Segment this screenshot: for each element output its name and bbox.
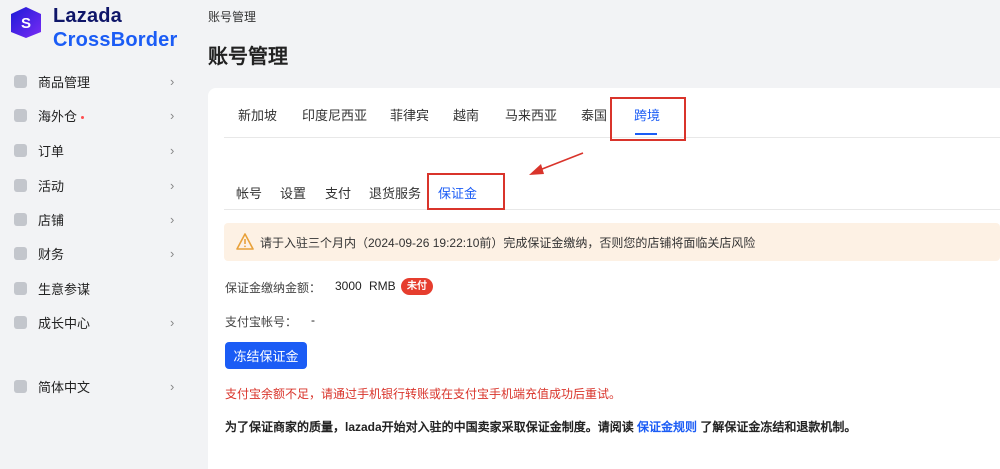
brand-line-2: CrossBorder [53,29,178,51]
brand-line-1: Lazada [53,5,123,27]
notice-text-end: 了解保证金冻结和退款机制。 [700,420,857,434]
freeze-deposit-button[interactable]: 冻结保证金 [225,342,307,369]
sidebar-item-products[interactable]: 商品管理 › [0,64,192,98]
sidebar-item-label: 简体中文 [38,379,91,395]
status-badge: 未付 [401,278,433,295]
warning-banner: 请于入驻三个月内（2024-09-26 19:22:10前）完成保证金缴纳，否则… [224,223,1000,261]
sidebar-item-store[interactable]: 店铺 › [0,202,192,236]
chevron-right-icon: › [170,142,175,158]
deposit-currency: RMB [369,279,396,293]
language-icon [14,379,27,393]
main-card [208,88,1000,469]
subtab-divider [224,209,1000,210]
chevron-right-icon: › [170,314,175,330]
chevron-right-icon: › [170,245,175,261]
sidebar-item-label: 商品管理 [38,74,91,90]
chevron-right-icon: › [170,107,175,123]
store-icon [14,212,27,226]
deposit-rules-link[interactable]: 保证金规则 [637,420,697,434]
warning-text: 请于入驻三个月内（2024-09-26 19:22:10前）完成保证金缴纳，否则… [260,236,756,250]
deposit-amount-label: 保证金缴纳金额： [225,281,322,295]
annotation-arrow-icon [529,152,584,175]
growth-icon [14,315,27,329]
tab-settings[interactable]: 设置 [280,180,306,208]
tab-indonesia[interactable]: 印度尼西亚 [302,100,367,136]
activity-icon [14,178,27,192]
error-message: 支付宝余额不足，请通过手机银行转账或在支付宝手机端充值成功后重试。 [225,387,622,401]
sidebar-item-label: 财务 [38,246,65,262]
annotation-highlight-deposit [427,173,505,210]
deposit-amount-value: 3000 [335,279,362,293]
new-dot-indicator [81,115,85,119]
sidebar-item-label: 成长中心 [38,315,91,331]
order-icon [14,143,27,157]
warehouse-icon [14,108,27,122]
tab-account[interactable]: 帐号 [236,180,262,208]
chevron-right-icon: › [170,177,175,193]
sidebar-item-activities[interactable]: 活动 › [0,168,192,202]
tab-vietnam[interactable]: 越南 [453,100,479,136]
sidebar-item-label-text: 海外仓 [38,108,78,124]
chevron-right-icon: › [170,378,175,394]
alipay-account-label: 支付宝帐号： [225,315,298,329]
lazada-logo-icon: S [11,7,41,38]
sidebar-item-finance[interactable]: 财务 › [0,236,192,270]
deposit-notice: 为了保证商家的质量，lazada开始对入驻的中国卖家采取保证金制度。请阅读 保证… [225,418,856,435]
box-icon [14,74,27,88]
warning-icon [236,233,254,250]
lazada-crossborder-logo[interactable]: S Lazada CrossBorder [8,3,188,53]
sidebar: S Lazada CrossBorder 商品管理 › 海外仓 › 订单 › 活… [0,0,192,469]
annotation-highlight-crossborder [610,97,686,141]
sidebar-item-orders[interactable]: 订单 › [0,133,192,167]
sidebar-item-label: 活动 [38,178,65,194]
insight-icon [14,281,27,295]
chevron-right-icon: › [170,73,175,89]
tab-thailand[interactable]: 泰国 [581,100,607,136]
sidebar-item-warehouse[interactable]: 海外仓 › [0,98,192,132]
sidebar-item-insights[interactable]: 生意参谋 [0,271,192,305]
sidebar-item-label: 订单 [38,143,65,159]
tab-malaysia[interactable]: 马来西亚 [505,100,557,136]
finance-icon [14,246,27,260]
tab-philippines[interactable]: 菲律宾 [390,100,429,136]
sidebar-item-label: 店铺 [38,212,65,228]
tab-singapore[interactable]: 新加坡 [238,100,277,136]
alipay-account-value: - [311,313,315,327]
svg-text:S: S [21,15,31,32]
chevron-right-icon: › [170,211,175,227]
breadcrumb: 账号管理 [208,10,257,24]
sidebar-item-label: 海外仓 [38,106,85,125]
sidebar-item-growth[interactable]: 成长中心 › [0,305,192,339]
page-title: 账号管理 [208,46,288,68]
tab-payment[interactable]: 支付 [325,180,351,208]
notice-text: 为了保证商家的质量，lazada开始对入驻的中国卖家采取保证金制度。请阅读 [225,420,634,434]
sidebar-item-language[interactable]: 简体中文 › [0,369,192,403]
tab-return-service[interactable]: 退货服务 [369,180,421,208]
sidebar-item-label: 生意参谋 [38,281,91,297]
